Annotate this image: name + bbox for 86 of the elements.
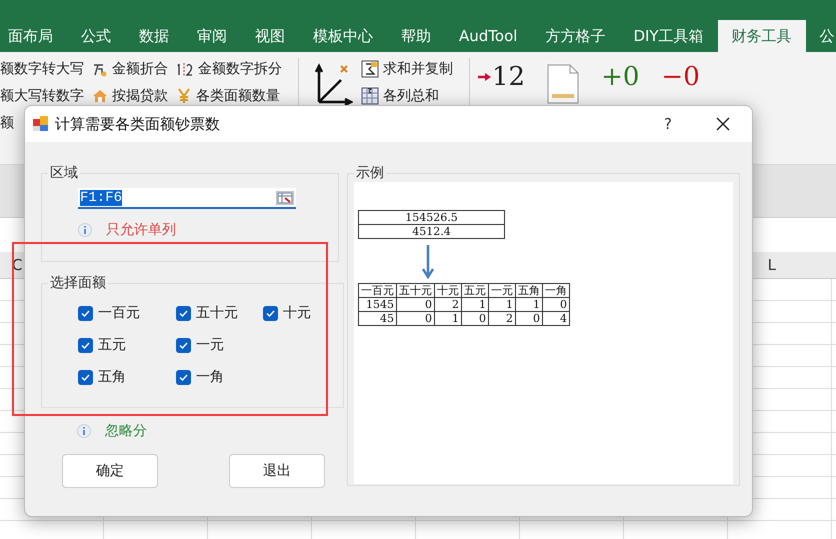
ribbon-tab[interactable]: 模板中心 [299,20,387,52]
table-cell: 45 [358,312,396,326]
number-twelve-icon[interactable]: 12 [492,64,526,90]
table-header-cell: 一百元 [358,284,396,298]
ribbon-command[interactable]: 求和并复制 [383,60,453,78]
group-label: 示例 [355,164,385,182]
close-icon[interactable] [716,117,730,131]
group-label: 区域 [49,164,79,182]
ribbon-tab[interactable]: 公式 [67,20,125,52]
dialog-button[interactable]: 确定 [62,454,158,488]
table-cell: 0 [542,298,570,312]
ribbon-tab[interactable]: 公 [806,20,836,52]
checkbox-label[interactable]: 五角 [98,368,126,386]
table-header-cell: 一元 [488,284,516,298]
axes-icon[interactable] [313,62,353,106]
checkbox[interactable] [176,370,191,384]
checkbox[interactable] [263,306,278,320]
table-cell: 1545 [358,298,396,312]
ribbon-tab[interactable]: AudTool [445,20,532,52]
checkbox-label[interactable]: 一元 [196,336,224,354]
checkbox[interactable] [78,338,93,352]
ribbon-tab[interactable]: DIY工具箱 [619,20,718,52]
sum-icon [361,60,379,78]
ribbon-command[interactable]: 额大写转数字 [0,87,84,105]
checkbox-label[interactable]: 一角 [196,368,224,386]
checkbox-label[interactable]: 五元 [98,336,126,354]
table-header-cell: 五角 [516,284,542,298]
table-cell: 2 [434,298,462,312]
sigma-table-icon [361,87,379,105]
split-icon [176,61,194,77]
checkbox-label[interactable]: 五十元 [196,304,238,322]
note-text: 忽略分 [105,422,147,440]
ribbon-tab[interactable]: 数据 [125,20,183,52]
checkbox[interactable] [78,370,93,384]
table-cell: 1 [434,312,462,326]
ribbon-command[interactable]: 金额折合 [112,60,168,78]
table-cell: 4 [542,312,570,326]
info-icon [77,424,91,438]
table-header-cell: 五十元 [396,284,434,298]
hint-text: 只允许单列 [106,221,176,239]
table-cell: 0 [516,312,542,326]
table-header-cell: 十元 [434,284,462,298]
table-header-cell: 五元 [462,284,488,298]
table-cell: 154526.5 [358,210,504,224]
table-cell: 0 [396,312,434,326]
checkbox-label[interactable]: 一百元 [98,304,140,322]
checkbox[interactable] [78,306,93,320]
table-cell: 2 [488,312,516,326]
table-cell: 1 [516,298,542,312]
minus-zero-icon[interactable]: −0 [661,64,700,90]
column-header: L [768,255,776,276]
table-header-cell: 一角 [542,284,570,298]
ribbon-command[interactable]: 各列总和 [383,87,439,105]
group-label: 选择面额 [49,274,107,292]
ribbon-tab[interactable]: 帮助 [387,20,445,52]
range-field[interactable]: F1:F6 [78,188,296,209]
ribbon-command[interactable]: 额数字转大写 [0,60,84,78]
down-arrow-icon [422,245,434,279]
document-icon[interactable] [547,64,580,104]
house-icon [92,88,108,104]
checkbox-label[interactable]: 十元 [283,304,311,322]
ribbon-command[interactable]: 各类面额数量 [196,87,280,105]
ribbon-tab[interactable]: 视图 [241,20,299,52]
ribbon-command[interactable]: 按揭贷款 [112,87,168,105]
app-icon [33,116,49,132]
table-cell: 0 [396,298,434,312]
info-icon [78,223,92,237]
dialog-button[interactable]: 退出 [229,454,325,488]
ribbon-tab[interactable]: 财务工具 [718,20,806,52]
ribbon-command[interactable]: 金额数字拆分 [198,60,282,78]
table-cell: 0 [462,312,488,326]
dialog-title: 计算需要各类面额钞票数 [55,114,221,134]
plus-zero-icon[interactable]: +0 [601,64,640,90]
table-cell: 1 [488,298,516,312]
ribbon-tab[interactable]: 面布局 [0,20,67,52]
checkbox[interactable] [176,306,191,320]
yen-icon [176,88,192,104]
ribbon-command[interactable]: 额 [0,114,14,132]
ribbon-tab[interactable]: 审阅 [183,20,241,52]
checkbox[interactable] [176,338,191,352]
ribbon-tab[interactable]: 方方格子 [531,20,620,52]
table-cell: 1 [462,298,488,312]
arrow-icon[interactable] [478,72,492,82]
table-cell: 4512.4 [358,224,504,238]
help-button[interactable]: ? [664,115,672,133]
select-range-icon[interactable] [276,190,294,204]
